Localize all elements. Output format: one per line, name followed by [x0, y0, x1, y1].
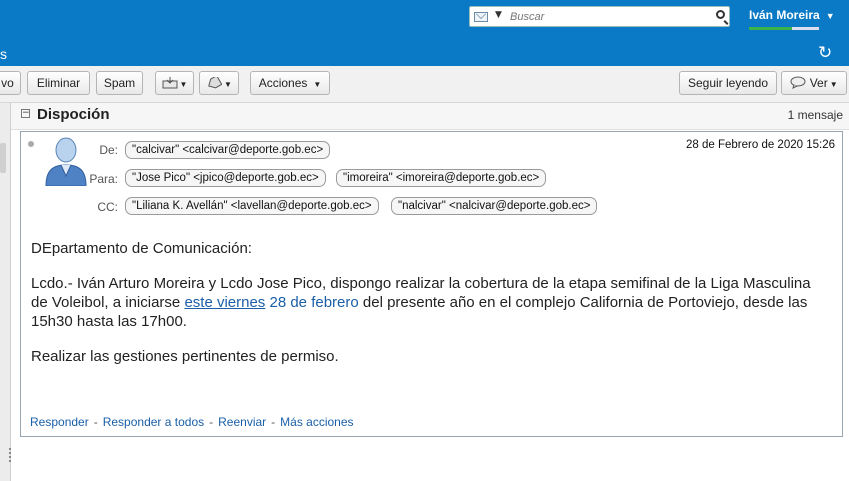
move-folder-icon: [162, 77, 178, 89]
view-button[interactable]: Ver ▼: [781, 71, 847, 95]
user-name[interactable]: Iván Moreira: [749, 8, 820, 22]
search-icon[interactable]: [716, 10, 725, 19]
top-header: s ▼ Iván Moreira ▼ ↻: [0, 0, 849, 66]
scrollbar-thumb[interactable]: [0, 143, 6, 173]
chevron-down-icon: ▼: [179, 80, 188, 89]
actions-label: Acciones: [258, 76, 308, 90]
spam-button[interactable]: Spam: [96, 71, 143, 95]
search-type-dropdown-icon[interactable]: ▼: [495, 10, 502, 20]
read-status-dot[interactable]: [28, 141, 34, 147]
search-box[interactable]: ▼: [469, 6, 730, 27]
tag-icon: [208, 74, 223, 89]
conversation-subject: Dispoción: [37, 106, 110, 123]
actions-button[interactable]: Acciones ▼: [250, 71, 330, 95]
app-tab-partial[interactable]: s: [0, 46, 7, 62]
toolbar: vo Eliminar Spam ▼ ▼ Acciones ▼ Seguir le…: [0, 66, 849, 103]
message-panel: De: "calcivar" <calcivar@deporte.gob.ec>…: [20, 131, 843, 437]
recipient-chip[interactable]: "Jose Pico" <jpico@deporte.gob.ec>: [125, 169, 326, 187]
message-count: 1 mensaje: [787, 108, 843, 122]
view-label: Ver: [809, 76, 828, 90]
resize-handle[interactable]: [9, 448, 13, 462]
speech-bubble-icon: [790, 76, 806, 89]
separator: -: [209, 415, 214, 429]
body-paragraph: Realizar las gestiones pertinentes de pe…: [31, 348, 339, 365]
cc-label: CC:: [97, 200, 118, 214]
from-label: De:: [99, 143, 118, 157]
chevron-down-icon: ▼: [224, 80, 232, 89]
keep-reading-button[interactable]: Seguir leyendo: [679, 71, 777, 95]
tag-button[interactable]: ▼: [199, 71, 239, 95]
chevron-down-icon: ▼: [313, 80, 322, 89]
collapse-toggle-icon[interactable]: −: [21, 109, 30, 118]
quota-bar-fill: [749, 27, 793, 30]
to-label: Para:: [89, 172, 118, 186]
new-button-partial[interactable]: vo: [0, 71, 21, 95]
body-greeting: DEpartamento de Comunicación:: [31, 240, 252, 257]
refresh-icon[interactable]: ↻: [818, 43, 832, 63]
cc-chip[interactable]: "Liliana K. Avellán" <lavellan@deporte.g…: [125, 197, 379, 215]
separator: -: [93, 415, 98, 429]
sender-chip[interactable]: "calcivar" <calcivar@deporte.gob.ec>: [125, 141, 331, 159]
date-link[interactable]: 28 de febrero: [269, 294, 358, 311]
separator: -: [271, 415, 276, 429]
delete-button[interactable]: Eliminar: [27, 71, 90, 95]
date-link[interactable]: este viernes: [184, 294, 265, 311]
search-input[interactable]: [510, 8, 695, 25]
user-menu[interactable]: Iván Moreira ▼: [749, 8, 835, 22]
more-actions-link[interactable]: Más acciones: [280, 415, 353, 429]
quota-bar: [749, 27, 819, 30]
cc-chip[interactable]: "nalcivar" <nalcivar@deporte.gob.ec>: [391, 197, 598, 215]
mail-icon[interactable]: [474, 12, 488, 22]
chevron-down-icon[interactable]: ▼: [826, 11, 835, 21]
left-pane-edge: [0, 103, 11, 481]
reply-all-link[interactable]: Responder a todos: [103, 415, 204, 429]
forward-link[interactable]: Reenviar: [218, 415, 266, 429]
conversation-header: − Dispoción 1 mensaje: [11, 103, 849, 130]
recipient-chip[interactable]: "imoreira" <imoreira@deporte.gob.ec>: [336, 169, 547, 187]
message-date: 28 de Febrero de 2020 15:26: [686, 139, 835, 151]
move-button[interactable]: ▼: [155, 71, 194, 95]
message-body: DEpartamento de Comunicación: Lcdo.- Ivá…: [31, 239, 831, 382]
reply-link[interactable]: Responder: [30, 415, 89, 429]
message-actions: Responder - Responder a todos - Reenviar - Más…: [30, 415, 354, 429]
body-paragraph: Lcdo.- Iván Arturo Moreira y Lcdo Jose P…: [31, 274, 831, 331]
chevron-down-icon: ▼: [829, 80, 838, 89]
